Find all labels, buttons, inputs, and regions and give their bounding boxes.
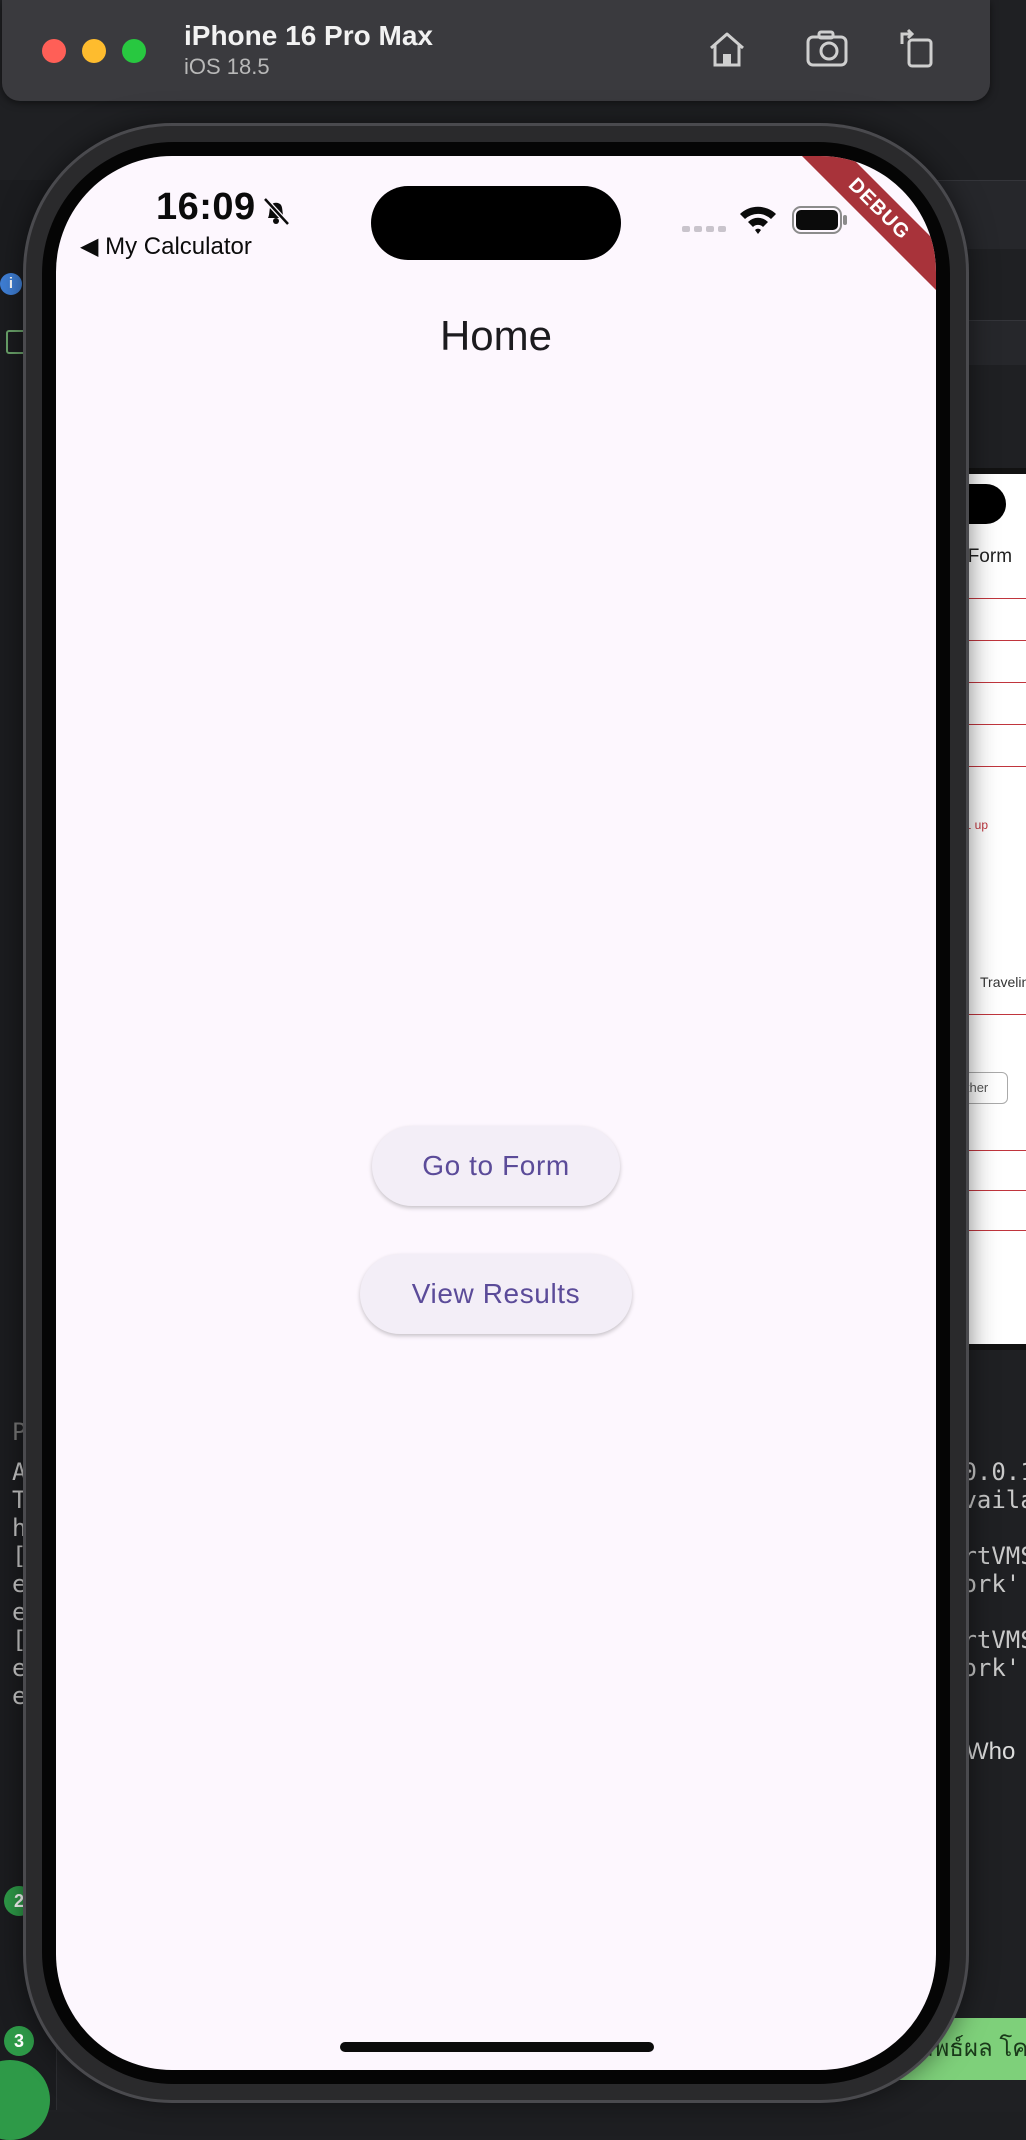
back-to-app-link[interactable]: ◀ My Calculator (80, 232, 252, 261)
bell-muted-icon (263, 197, 290, 226)
info-icon: i (0, 273, 22, 295)
view-results-button[interactable]: View Results (360, 1254, 632, 1334)
screenshot-icon[interactable] (804, 26, 850, 72)
cellular-signal-icon (682, 226, 726, 232)
checkbox-label: Traveling (980, 974, 1026, 990)
status-time: 16:09 (156, 186, 256, 228)
dynamic-island (371, 186, 621, 260)
device-name: iPhone 16 Pro Max (184, 20, 433, 51)
minimize-window-button[interactable] (82, 39, 106, 63)
go-to-form-button[interactable]: Go to Form (372, 1126, 620, 1206)
rotate-icon[interactable] (896, 26, 942, 72)
panel-label: Who (966, 1738, 1016, 1765)
simulator-titlebar: iPhone 16 Pro Max iOS 18.5 (2, 0, 990, 101)
home-indicator[interactable] (340, 2042, 654, 2052)
wifi-icon (740, 206, 776, 234)
os-version: iOS 18.5 (184, 54, 270, 79)
close-window-button[interactable] (42, 39, 66, 63)
phone-screen: 16:09 ◀ My Calculator DEBUG Home Go to F… (56, 156, 936, 2070)
zoom-window-button[interactable] (122, 39, 146, 63)
count-badge: 3 (4, 2026, 34, 2056)
page-title: Home (439, 312, 553, 359)
home-icon[interactable] (704, 26, 750, 72)
battery-icon (792, 206, 847, 234)
